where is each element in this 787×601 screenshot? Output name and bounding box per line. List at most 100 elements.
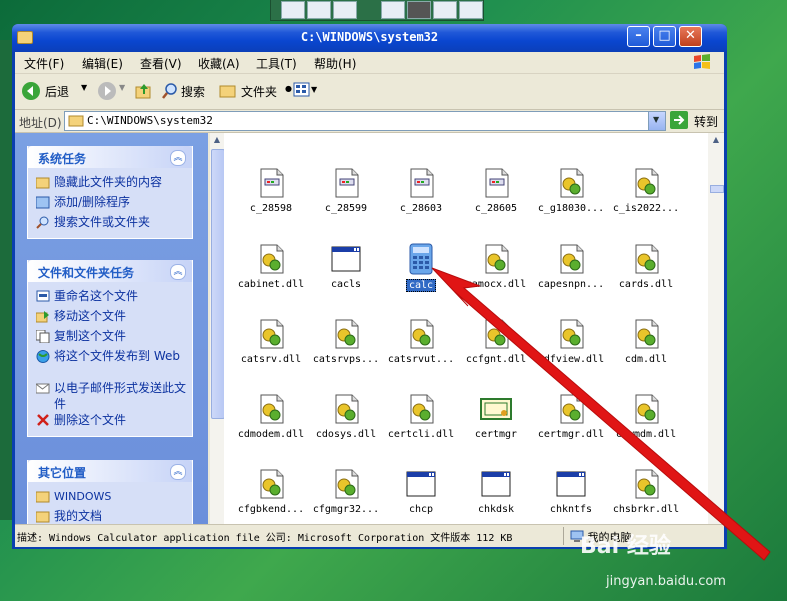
file-item[interactable]: catsrv.dll <box>234 318 308 365</box>
file-item[interactable]: cfgmgr32... <box>309 468 383 515</box>
desktop-quicklaunch-strip <box>270 0 484 21</box>
scrollbar-thumb[interactable] <box>211 149 225 419</box>
task-add-remove-programs[interactable]: 添加/删除程序 <box>28 194 192 214</box>
dll-file-icon <box>630 167 662 199</box>
file-item[interactable]: catsrvut... <box>384 318 458 365</box>
file-item[interactable]: chcp <box>384 468 458 515</box>
collapse-icon[interactable]: ︽ <box>170 150 186 166</box>
file-item[interactable]: certmgr.dll <box>534 393 608 440</box>
file-item[interactable]: cdfview.dll <box>534 318 608 365</box>
search-label: 搜索 <box>181 85 206 99</box>
file-item[interactable]: cdosys.dll <box>309 393 383 440</box>
file-item[interactable]: c_is2022... <box>609 167 683 214</box>
task-label: 重命名这个文件 <box>54 289 139 303</box>
file-item[interactable]: chsbrkr.dll <box>609 468 683 515</box>
file-item[interactable]: cacls <box>309 243 383 290</box>
file-item[interactable]: ccfgnt.dll <box>459 318 533 365</box>
quicklaunch-icon[interactable] <box>281 1 305 19</box>
close-button[interactable]: ✕ <box>679 26 702 47</box>
file-item[interactable]: cdm.dll <box>609 318 683 365</box>
file-name: chcp <box>408 504 434 515</box>
menu-favorites[interactable]: 收藏(A) <box>198 55 240 72</box>
back-button[interactable]: 后退 ▼ <box>21 81 93 101</box>
collapse-icon[interactable]: ︽ <box>170 264 186 280</box>
maximize-button[interactable]: □ <box>653 26 676 47</box>
file-item[interactable]: certcli.dll <box>384 393 458 440</box>
exe-file-icon <box>555 468 587 500</box>
quicklaunch-icon[interactable] <box>307 1 331 19</box>
menu-view[interactable]: 查看(V) <box>140 55 182 72</box>
file-item[interactable]: cfgbkend... <box>234 468 308 515</box>
address-dropdown-button[interactable]: ▼ <box>648 112 665 130</box>
scroll-up-icon[interactable]: ▲ <box>710 135 722 147</box>
file-item[interactable]: c_28605 <box>459 167 533 214</box>
file-item[interactable]: calc <box>384 243 458 292</box>
panel-other-places: 其它位置 ︽ WINDOWS 我的文档 <box>27 460 193 525</box>
task-label: 搜索文件或文件夹 <box>54 215 151 229</box>
file-list-scrollbar[interactable]: ▲ <box>708 133 724 524</box>
menu-help[interactable]: 帮助(H) <box>314 55 356 72</box>
file-item[interactable]: cards.dll <box>609 243 683 290</box>
file-name: catsrvut... <box>387 354 455 365</box>
task-hide-folder-contents[interactable]: 隐藏此文件夹的内容 <box>28 174 192 194</box>
chevron-down-icon[interactable]: ▼ <box>81 83 87 92</box>
file-item[interactable]: chkntfs <box>534 468 608 515</box>
folders-button[interactable]: 文件夹 <box>219 81 281 101</box>
file-item[interactable]: chkdsk <box>459 468 533 515</box>
scroll-up-icon[interactable]: ▲ <box>211 133 223 147</box>
folders-label: 文件夹 <box>241 85 278 99</box>
menu-file[interactable]: 文件(F) <box>24 55 64 72</box>
panel-header[interactable]: 其它位置 ︽ <box>28 460 192 482</box>
panel-header[interactable]: 文件和文件夹任务 ︽ <box>28 260 192 282</box>
file-item[interactable]: c_g18030... <box>534 167 608 214</box>
task-delete[interactable]: 删除这个文件 <box>28 412 192 432</box>
up-folder-icon[interactable] <box>135 82 153 100</box>
dll-file-icon <box>630 243 662 275</box>
dll-file-icon <box>555 318 587 350</box>
task-publish-web[interactable]: 将这个文件发布到 Web <box>28 348 192 380</box>
quicklaunch-icon[interactable] <box>459 1 483 19</box>
file-item[interactable]: catsrvps... <box>309 318 383 365</box>
chevron-down-icon[interactable]: ▼ <box>119 83 125 92</box>
title-bar[interactable]: C:\WINDOWS\system32 – □ ✕ <box>12 24 727 52</box>
go-button[interactable]: 转到 <box>670 111 722 129</box>
file-item[interactable]: cewmdm.dll <box>609 393 683 440</box>
window-title: C:\WINDOWS\system32 <box>300 30 439 44</box>
dll-file-icon <box>255 318 287 350</box>
quicklaunch-icon[interactable] <box>333 1 357 19</box>
views-button[interactable]: ▼ <box>293 82 319 100</box>
file-item[interactable]: c_28598 <box>234 167 308 214</box>
file-item[interactable]: capesnpn... <box>534 243 608 290</box>
task-pane-scrollbar[interactable]: ▲ <box>210 133 225 524</box>
task-search-files[interactable]: 搜索文件或文件夹 <box>28 214 192 234</box>
task-email[interactable]: 以电子邮件形式发送此文件 <box>28 380 192 412</box>
place-windows[interactable]: WINDOWS <box>28 488 192 508</box>
file-item[interactable]: c_28603 <box>384 167 458 214</box>
minimize-button[interactable]: – <box>627 26 650 47</box>
task-copy[interactable]: 复制这个文件 <box>28 328 192 348</box>
panel-header[interactable]: 系统任务 ︽ <box>28 146 192 168</box>
collapse-icon[interactable]: ︽ <box>170 464 186 480</box>
task-label: 隐藏此文件夹的内容 <box>54 175 163 189</box>
file-item[interactable]: camocx.dll <box>459 243 533 290</box>
file-item[interactable]: cdmodem.dll <box>234 393 308 440</box>
file-item[interactable]: cabinet.dll <box>234 243 308 290</box>
quicklaunch-icon[interactable] <box>407 1 431 19</box>
place-my-documents[interactable]: 我的文档 <box>28 508 192 524</box>
search-button[interactable]: 搜索 <box>161 81 211 101</box>
menu-tools[interactable]: 工具(T) <box>256 55 297 72</box>
file-name: chkntfs <box>549 504 593 515</box>
quicklaunch-icon[interactable] <box>433 1 457 19</box>
file-item[interactable]: c_28599 <box>309 167 383 214</box>
file-name: camocx.dll <box>465 279 527 290</box>
forward-button[interactable]: ▼ <box>97 81 129 101</box>
task-move[interactable]: 移动这个文件 <box>28 308 192 328</box>
quicklaunch-icon[interactable] <box>381 1 405 19</box>
task-rename[interactable]: 重命名这个文件 <box>28 288 192 308</box>
menu-edit[interactable]: 编辑(E) <box>82 55 123 72</box>
file-item[interactable]: certmgr <box>459 393 533 440</box>
folder-icon <box>36 491 50 503</box>
scrollbar-thumb[interactable] <box>710 185 724 193</box>
address-input[interactable]: C:\WINDOWS\system32 ▼ <box>64 111 666 131</box>
address-label: 地址(D) <box>19 116 62 130</box>
